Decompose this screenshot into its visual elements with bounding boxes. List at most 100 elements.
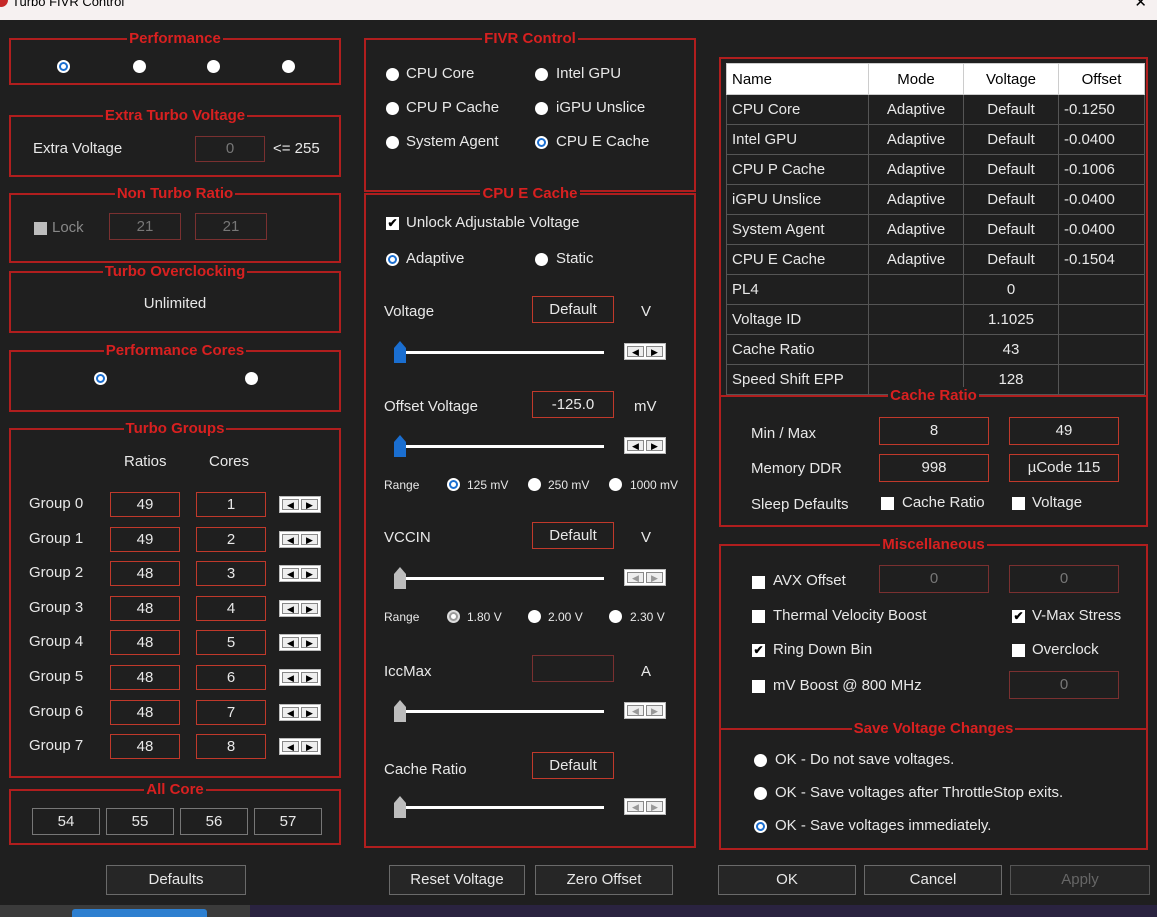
perf-cores-radio-1[interactable] bbox=[245, 372, 258, 385]
arrow-left-icon[interactable]: ◀ bbox=[282, 637, 299, 649]
range-250mv-radio[interactable] bbox=[528, 478, 541, 491]
arrow-left-icon[interactable]: ◀ bbox=[627, 346, 644, 357]
adaptive-radio[interactable] bbox=[386, 253, 399, 266]
apply-button[interactable]: Apply bbox=[1010, 865, 1150, 895]
arrow-left-icon[interactable]: ◀ bbox=[282, 602, 299, 614]
defaults-button[interactable]: Defaults bbox=[106, 865, 246, 895]
cache-max-field[interactable]: 49 bbox=[1009, 417, 1119, 445]
mv-boost-field[interactable]: 0 bbox=[1009, 671, 1119, 699]
arrow-right-icon[interactable]: ▶ bbox=[301, 568, 318, 580]
turbo-group-ratio-field[interactable]: 49 bbox=[110, 492, 180, 517]
fivr-radio-system-agent[interactable] bbox=[386, 136, 399, 149]
arrow-right-icon[interactable]: ▶ bbox=[301, 706, 318, 718]
turbo-group-cores-field[interactable]: 2 bbox=[196, 526, 266, 552]
turbo-group-stepper[interactable]: ◀ ▶ bbox=[279, 634, 321, 652]
vccin-stepper[interactable]: ◀ ▶ bbox=[624, 569, 666, 586]
performance-radio-0[interactable] bbox=[57, 60, 70, 73]
table-row[interactable]: Voltage ID 1.1025 bbox=[726, 304, 1145, 335]
all-core-field-1[interactable]: 55 bbox=[106, 808, 174, 835]
vccin-range-1v80-radio[interactable] bbox=[447, 610, 460, 623]
turbo-group-cores-field[interactable]: 8 bbox=[196, 734, 266, 760]
turbo-group-stepper[interactable]: ◀ ▶ bbox=[279, 530, 321, 548]
turbo-group-stepper[interactable]: ◀ ▶ bbox=[279, 565, 321, 583]
table-row[interactable]: CPU E Cache Adaptive Default -0.1504 bbox=[726, 244, 1145, 275]
arrow-left-icon[interactable]: ◀ bbox=[627, 440, 644, 451]
table-row[interactable]: Intel GPU Adaptive Default -0.0400 bbox=[726, 124, 1145, 155]
save-option-2-radio[interactable] bbox=[754, 787, 767, 800]
turbo-group-cores-field[interactable]: 6 bbox=[196, 665, 266, 690]
iccmax-field[interactable] bbox=[532, 655, 614, 682]
all-core-field-3[interactable]: 57 bbox=[254, 808, 322, 835]
performance-radio-3[interactable] bbox=[282, 60, 295, 73]
ring-down-bin-checkbox[interactable]: ✔ bbox=[752, 644, 765, 657]
vccin-range-2v00-radio[interactable] bbox=[528, 610, 541, 623]
turbo-group-ratio-field[interactable]: 49 bbox=[110, 526, 180, 552]
table-row[interactable]: PL4 0 bbox=[726, 274, 1145, 305]
turbo-group-stepper[interactable]: ◀ ▶ bbox=[279, 738, 321, 756]
arrow-right-icon[interactable]: ▶ bbox=[301, 602, 318, 614]
overclock-checkbox[interactable] bbox=[1012, 644, 1025, 657]
fivr-radio-cpu-core[interactable] bbox=[386, 68, 399, 81]
arrow-left-icon[interactable]: ◀ bbox=[282, 672, 299, 683]
col-name-header[interactable]: Name bbox=[726, 63, 869, 95]
static-radio[interactable] bbox=[535, 253, 548, 266]
taskbar-item[interactable] bbox=[72, 909, 207, 917]
table-row[interactable]: CPU P Cache Adaptive Default -0.1006 bbox=[726, 154, 1145, 185]
fivr-radio-cpu-e-cache[interactable] bbox=[535, 136, 548, 149]
table-row[interactable]: iGPU Unslice Adaptive Default -0.0400 bbox=[726, 184, 1145, 215]
avx-offset-checkbox[interactable] bbox=[752, 576, 765, 589]
all-core-field-2[interactable]: 56 bbox=[180, 808, 248, 835]
voltage-slider[interactable] bbox=[394, 341, 604, 363]
iccmax-slider[interactable] bbox=[394, 700, 604, 722]
arrow-right-icon[interactable]: ▶ bbox=[646, 346, 663, 357]
close-icon[interactable]: ✕ bbox=[1134, 0, 1147, 11]
fivr-radio-igpu-unslice[interactable] bbox=[535, 102, 548, 115]
voltage-slider-thumb[interactable] bbox=[394, 341, 406, 363]
turbo-group-stepper[interactable]: ◀ ▶ bbox=[279, 496, 321, 513]
save-option-3-radio[interactable] bbox=[754, 820, 767, 833]
arrow-left-icon[interactable]: ◀ bbox=[282, 706, 299, 718]
non-turbo-field-2[interactable]: 21 bbox=[195, 213, 267, 240]
arrow-right-icon[interactable]: ▶ bbox=[301, 637, 318, 649]
all-core-field-0[interactable]: 54 bbox=[32, 808, 100, 835]
zero-offset-button[interactable]: Zero Offset bbox=[535, 865, 673, 895]
turbo-group-cores-field[interactable]: 5 bbox=[196, 630, 266, 656]
arrow-left-icon[interactable]: ◀ bbox=[627, 572, 644, 583]
arrow-left-icon[interactable]: ◀ bbox=[627, 801, 644, 812]
non-turbo-field-1[interactable]: 21 bbox=[109, 213, 181, 240]
arrow-right-icon[interactable]: ▶ bbox=[646, 705, 663, 716]
arrow-left-icon[interactable]: ◀ bbox=[282, 568, 299, 580]
cache-ratio-field[interactable]: Default bbox=[532, 752, 614, 779]
turbo-group-ratio-field[interactable]: 48 bbox=[110, 699, 180, 725]
range-125mv-radio[interactable] bbox=[447, 478, 460, 491]
mv-boost-checkbox[interactable] bbox=[752, 680, 765, 693]
arrow-left-icon[interactable]: ◀ bbox=[282, 499, 299, 510]
perf-cores-radio-0[interactable] bbox=[94, 372, 107, 385]
turbo-group-ratio-field[interactable]: 48 bbox=[110, 595, 180, 621]
cache-ratio-slider-thumb[interactable] bbox=[394, 796, 406, 818]
performance-radio-1[interactable] bbox=[133, 60, 146, 73]
avx-offset-field-1[interactable]: 0 bbox=[879, 565, 989, 593]
col-voltage-header[interactable]: Voltage bbox=[963, 63, 1059, 95]
vmax-stress-checkbox[interactable]: ✔ bbox=[1012, 610, 1025, 623]
vccin-slider[interactable] bbox=[394, 567, 604, 589]
avx-offset-field-2[interactable]: 0 bbox=[1009, 565, 1119, 593]
fivr-radio-cpu-p-cache[interactable] bbox=[386, 102, 399, 115]
voltage-stepper[interactable]: ◀ ▶ bbox=[624, 343, 666, 360]
performance-radio-2[interactable] bbox=[207, 60, 220, 73]
arrow-right-icon[interactable]: ▶ bbox=[301, 741, 318, 753]
vccin-slider-thumb[interactable] bbox=[394, 567, 406, 589]
table-row[interactable]: System Agent Adaptive Default -0.0400 bbox=[726, 214, 1145, 245]
fivr-radio-intel-gpu[interactable] bbox=[535, 68, 548, 81]
turbo-group-stepper[interactable]: ◀ ▶ bbox=[279, 669, 321, 686]
vccin-range-2v30-radio[interactable] bbox=[609, 610, 622, 623]
turbo-group-cores-field[interactable]: 4 bbox=[196, 595, 266, 621]
turbo-group-ratio-field[interactable]: 48 bbox=[110, 561, 180, 587]
iccmax-stepper[interactable]: ◀ ▶ bbox=[624, 702, 666, 719]
arrow-right-icon[interactable]: ▶ bbox=[646, 440, 663, 451]
sleep-cache-ratio-checkbox[interactable] bbox=[881, 497, 894, 510]
offset-voltage-slider[interactable] bbox=[394, 435, 604, 457]
arrow-right-icon[interactable]: ▶ bbox=[646, 801, 663, 812]
offset-voltage-field[interactable]: -125.0 bbox=[532, 391, 614, 418]
cache-min-field[interactable]: 8 bbox=[879, 417, 989, 445]
